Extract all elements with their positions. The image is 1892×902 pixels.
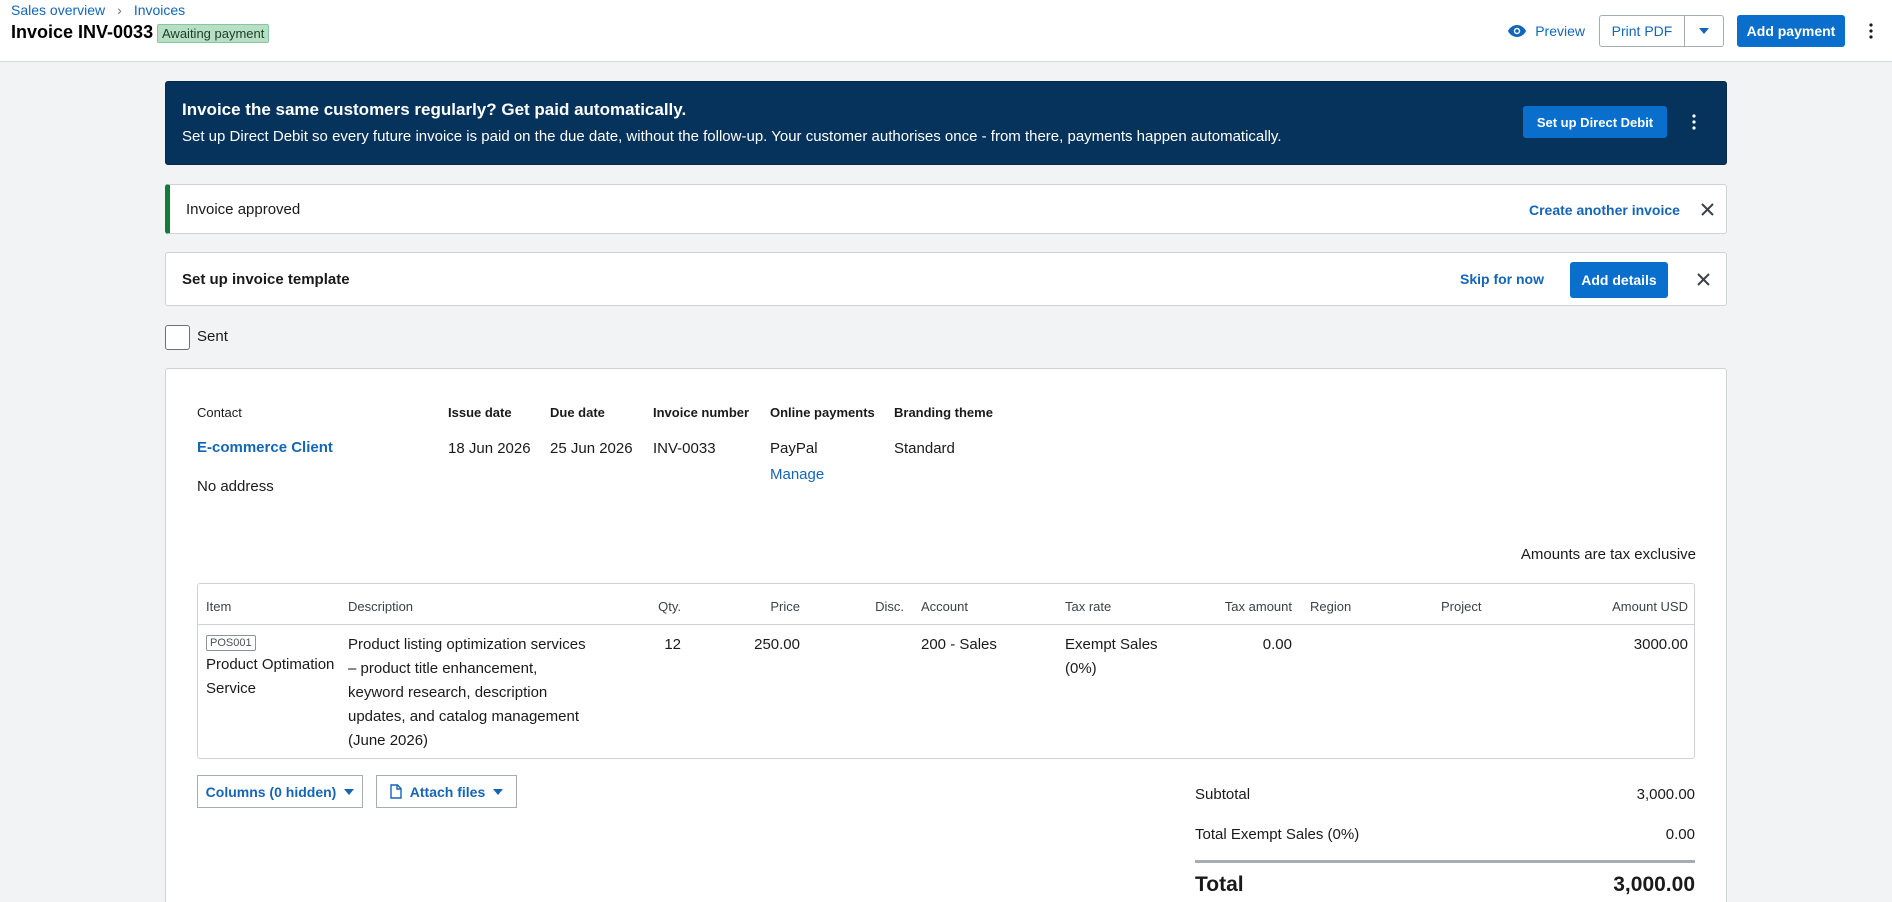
issue-date-value: 18 Jun 2026 xyxy=(448,440,531,457)
subtotal-value: 3,000.00 xyxy=(1636,786,1695,803)
attach-files-button[interactable]: Attach files xyxy=(376,775,517,808)
manage-payments-link[interactable]: Manage xyxy=(770,466,824,483)
invoice-approved-notice: Invoice approved Create another invoice xyxy=(165,184,1727,234)
breadcrumb-separator: › xyxy=(117,2,122,18)
skip-for-now-link[interactable]: Skip for now xyxy=(1460,271,1544,287)
attach-files-label: Attach files xyxy=(409,783,486,800)
sent-checkbox[interactable] xyxy=(165,325,190,350)
caret-down-icon xyxy=(493,788,504,795)
add-payment-button[interactable]: Add payment xyxy=(1737,15,1845,47)
preview-label: Preview xyxy=(1535,23,1585,39)
due-date-label: Due date xyxy=(550,405,605,420)
col-project: Project xyxy=(1441,599,1482,614)
item-code: POS001 xyxy=(206,635,256,651)
invoice-template-setup: Set up invoice template Skip for now Add… xyxy=(165,252,1727,306)
eye-icon xyxy=(1508,25,1527,37)
banner-more-button[interactable] xyxy=(1678,106,1710,138)
columns-label: Columns (0 hidden) xyxy=(205,783,337,800)
online-payments-label: Online payments xyxy=(770,405,875,420)
col-price: Price xyxy=(770,599,800,614)
line-items-table: Item Description Qty. Price Disc. Accoun… xyxy=(197,583,1695,759)
breadcrumb-invoices[interactable]: Invoices xyxy=(134,2,185,18)
col-qty: Qty. xyxy=(658,599,681,614)
invoice-number-label: Invoice number xyxy=(653,405,750,420)
contact-address: No address xyxy=(197,478,274,495)
close-icon xyxy=(1696,272,1710,286)
set-up-direct-debit-button[interactable]: Set up Direct Debit xyxy=(1523,106,1667,138)
item-description: Product listing optimization services – … xyxy=(348,636,586,749)
col-disc: Disc. xyxy=(875,599,904,614)
close-icon xyxy=(1700,202,1714,216)
subtotal-label: Subtotal xyxy=(1195,786,1251,803)
invoice-details-card: Contact Issue date Due date Invoice numb… xyxy=(165,368,1727,902)
create-another-invoice-link[interactable]: Create another invoice xyxy=(1529,202,1680,218)
kebab-icon xyxy=(1869,23,1873,39)
notice-text: Invoice approved xyxy=(186,201,301,218)
item-name: Product Optimation Service xyxy=(206,656,335,697)
col-region: Region xyxy=(1310,599,1352,614)
page-title: Invoice INV-0033 xyxy=(11,22,154,42)
close-template-button[interactable] xyxy=(1691,267,1715,291)
total-row: Total 3,000.00 xyxy=(1195,873,1695,897)
sent-label: Sent xyxy=(197,328,228,345)
item-account: 200 - Sales xyxy=(921,636,997,653)
col-tax-rate: Tax rate xyxy=(1065,599,1112,614)
total-label: Total xyxy=(1195,873,1244,896)
col-account: Account xyxy=(921,599,968,614)
caret-down-icon xyxy=(344,788,355,795)
online-payments-value: PayPal xyxy=(770,440,818,457)
col-description: Description xyxy=(348,599,414,614)
breadcrumb-sales-overview[interactable]: Sales overview xyxy=(11,2,105,18)
item-tax-rate: Exempt Sales (0%) xyxy=(1065,636,1158,677)
template-title: Set up invoice template xyxy=(182,271,350,288)
item-tax-amount: 0.00 xyxy=(1262,636,1292,653)
issue-date-label: Issue date xyxy=(448,405,512,420)
exempt-sales-label: Total Exempt Sales (0%) xyxy=(1195,826,1360,843)
page-header: Sales overview › Invoices Invoice INV-00… xyxy=(0,0,1892,62)
kebab-icon xyxy=(1692,114,1696,130)
invoice-number-value: INV-0033 xyxy=(653,440,716,457)
close-notice-button[interactable] xyxy=(1695,197,1719,221)
branding-theme-value: Standard xyxy=(894,440,955,457)
caret-down-icon xyxy=(1699,28,1709,34)
exempt-sales-value: 0.00 xyxy=(1665,826,1695,843)
item-qty: 12 xyxy=(664,636,681,653)
total-value: 3,000.00 xyxy=(1613,873,1695,896)
breadcrumb: Sales overview › Invoices xyxy=(11,2,185,18)
preview-button[interactable]: Preview xyxy=(1507,23,1585,39)
contact-label: Contact xyxy=(197,405,242,420)
item-price: 250.00 xyxy=(754,636,800,653)
col-tax-amount: Tax amount xyxy=(1224,599,1292,614)
print-pdf-button[interactable]: Print PDF xyxy=(1599,15,1685,47)
status-badge: Awaiting payment xyxy=(157,24,270,43)
direct-debit-banner: Invoice the same customers regularly? Ge… xyxy=(165,81,1727,165)
columns-toggle-button[interactable]: Columns (0 hidden) xyxy=(197,775,363,808)
subtotal-row: Subtotal 3,000.00 xyxy=(1195,786,1695,803)
file-icon xyxy=(390,784,402,799)
due-date-value: 25 Jun 2026 xyxy=(550,440,633,457)
header-actions: Preview Print PDF Add payment xyxy=(1507,15,1892,47)
exempt-sales-row: Total Exempt Sales (0%) 0.00 xyxy=(1195,826,1695,843)
branding-theme-label: Branding theme xyxy=(894,405,993,420)
col-item: Item xyxy=(206,599,232,614)
contact-name-link[interactable]: E-commerce Client xyxy=(197,439,333,456)
totals-divider xyxy=(1195,860,1695,863)
banner-text: Set up Direct Debit so every future invo… xyxy=(182,128,1282,145)
item-amount: 3000.00 xyxy=(1633,636,1688,653)
banner-title: Invoice the same customers regularly? Ge… xyxy=(182,100,687,119)
print-options-button[interactable] xyxy=(1685,15,1724,47)
add-details-button[interactable]: Add details xyxy=(1570,262,1668,298)
table-header-divider xyxy=(198,624,1694,625)
col-amount: Amount USD xyxy=(1612,599,1688,614)
more-options-button[interactable] xyxy=(1855,15,1887,47)
tax-mode-note: Amounts are tax exclusive xyxy=(1520,546,1696,563)
